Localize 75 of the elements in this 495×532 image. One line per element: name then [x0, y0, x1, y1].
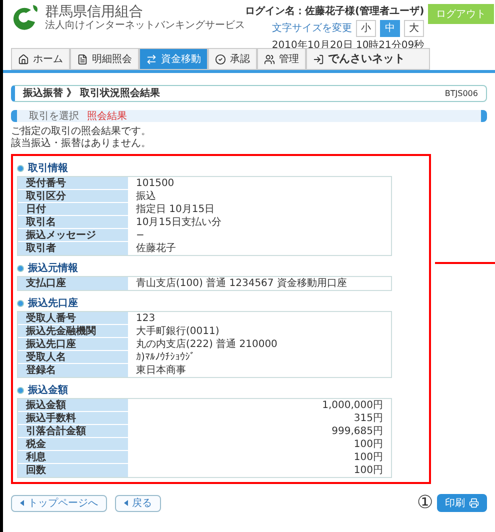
login-user: 佐藤花子様(管理者ユーザ) — [305, 4, 424, 19]
nav-tab[interactable]: でんさいネット — [306, 48, 430, 70]
row-value: 10月15日支払い分 — [135, 216, 222, 228]
row-value: ｶ)ﾏﾙﾉｳﾁｼｮｳｼﾞ — [135, 351, 196, 363]
row-label: 振込手数料 — [18, 412, 128, 424]
row-value: 丸の内支店(222) 普通 210000 — [135, 338, 278, 350]
nav-tab[interactable]: 承認 — [208, 48, 257, 70]
font-size-button[interactable]: 小 — [356, 20, 376, 37]
tab-icon — [264, 54, 275, 64]
login-label: ログイン名： — [245, 4, 305, 19]
row-label: 税金 — [18, 438, 128, 450]
row-value: 大手町銀行(0011) — [135, 325, 220, 337]
row-label: 取引区分 — [18, 190, 128, 202]
row-value: 100円 — [352, 464, 384, 477]
left-triangle-icon — [20, 500, 24, 506]
nav-tab[interactable]: ホーム — [11, 48, 70, 70]
row-label: 受取人番号 — [18, 312, 128, 324]
row-value: 1,000,000円 — [321, 399, 384, 411]
font-size-label: 文字サイズを変更 — [272, 22, 352, 36]
section-title: 振込先口座 — [28, 296, 78, 311]
row-label: 日付 — [18, 203, 128, 215]
description-text: 該当振込・振替はありません。 — [11, 138, 152, 150]
row-value: − — [135, 229, 146, 241]
step-label: 取引を選択 — [29, 110, 79, 124]
row-value: 100円 — [352, 451, 384, 463]
section-title: 振込元情報 — [28, 262, 78, 276]
nav-tab[interactable]: 管理 — [257, 48, 306, 70]
tab-icon — [77, 54, 88, 64]
row-label: 利息 — [18, 451, 128, 463]
logo-subtitle: 法人向けインターネットバンキングサービス — [45, 21, 245, 31]
leader-line — [435, 262, 495, 264]
row-label: 登録名 — [18, 364, 128, 377]
row-label: 振込メッセージ — [18, 229, 128, 241]
section-icon — [17, 387, 24, 394]
annotation-marker: ① — [417, 494, 433, 512]
left-triangle-icon — [124, 500, 128, 506]
section-icon — [17, 300, 24, 307]
page-title: 振込振替 》 取引状況照会結果 — [23, 86, 160, 101]
row-label: 振込金額 — [18, 399, 128, 411]
row-label: 取引者 — [18, 242, 128, 255]
description-text: ご指定の取引の照会結果です。 — [11, 126, 152, 138]
row-label: 振込先口座 — [18, 338, 128, 350]
tab-icon — [215, 54, 226, 64]
section-icon — [17, 265, 24, 272]
nav-button[interactable]: トップページへ — [11, 494, 107, 512]
row-value: 指定日 10月15日 — [135, 203, 216, 215]
row-label: 回数 — [18, 464, 128, 477]
nav-button[interactable]: 戻る — [115, 494, 161, 512]
tab-icon — [146, 54, 157, 64]
row-value: 青山支店(100) 普通 1234567 資金移動用口座 — [135, 277, 348, 290]
row-label: 振込先金融機関 — [18, 325, 128, 337]
section-title: 振込金額 — [28, 384, 68, 398]
section-title: 取引情報 — [28, 162, 68, 176]
screen-code: BTJS006 — [444, 88, 478, 100]
row-label: 取引名 — [18, 216, 128, 228]
tab-icon — [18, 54, 29, 64]
row-value: 999,685円 — [330, 425, 384, 437]
row-value: 佐藤花子 — [135, 242, 177, 255]
row-label: 受付番号 — [18, 177, 128, 189]
printer-icon — [469, 498, 479, 508]
section-icon — [17, 165, 24, 172]
row-label: 受取人名 — [18, 351, 128, 363]
tab-icon — [313, 54, 324, 64]
row-label: 支払口座 — [18, 277, 128, 290]
row-value: 東日本商事 — [135, 364, 187, 377]
row-label: 引落合計金額 — [18, 425, 128, 437]
step-label: 照会結果 — [87, 110, 127, 124]
font-size-button[interactable]: 大 — [404, 20, 424, 37]
row-value: 315円 — [352, 412, 384, 424]
logo-name: 群馬県信用組合 — [45, 5, 144, 19]
row-value: 101500 — [135, 177, 176, 189]
row-value: 123 — [135, 312, 156, 324]
nav-tab[interactable]: 明細照会 — [70, 48, 139, 70]
row-value: 100円 — [352, 438, 384, 450]
row-value: 振込 — [135, 190, 157, 202]
